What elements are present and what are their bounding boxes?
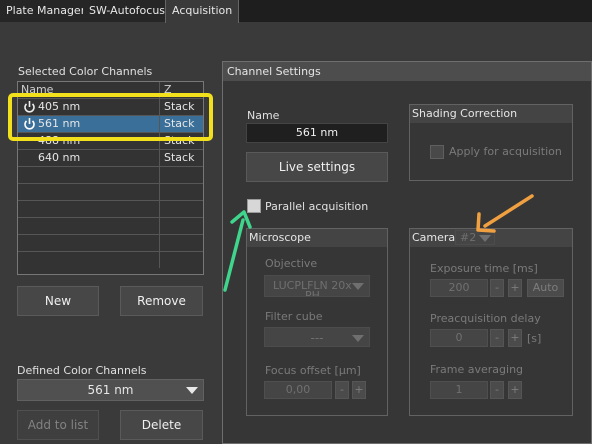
filter-cube-value: ---	[310, 331, 324, 345]
apply-for-acquisition-label: Apply for acquisition	[449, 145, 562, 158]
microscope-title: Microscope	[247, 229, 387, 247]
apply-for-acquisition-checkbox[interactable]	[430, 145, 444, 159]
focus-offset-decrement-button[interactable]: -	[335, 381, 349, 399]
exposure-decrement-button[interactable]: -	[490, 279, 504, 297]
tab-sw-autofocus[interactable]: SW-Autofocus	[83, 0, 173, 22]
channel-settings-title: Channel Settings	[223, 62, 591, 81]
table-row[interactable]: 405 nm Stack	[18, 99, 203, 116]
camera-select-dropdown[interactable]: #2	[455, 230, 495, 245]
preacquisition-delay-label: Preacquisition delay	[430, 312, 541, 325]
frame-averaging-decrement-button[interactable]: -	[490, 381, 504, 399]
exposure-time-input[interactable]: 200	[430, 279, 488, 297]
filter-cube-label: Filter cube	[265, 310, 323, 323]
tab-bar: Plate Manager SW-Autofocus Acquisition	[0, 0, 592, 23]
table-row-selected[interactable]: 561 nm Stack	[18, 116, 203, 133]
focus-offset-label: Focus offset [µm]	[265, 364, 361, 377]
preacquisition-delay-input[interactable]: 0	[430, 329, 488, 347]
tab-acquisition[interactable]: Acquisition	[165, 0, 240, 23]
delete-button[interactable]: Delete	[120, 410, 203, 440]
defined-channels-value: 561 nm	[87, 383, 134, 397]
shading-correction-title: Shading Correction	[410, 105, 572, 123]
table-row-empty	[18, 184, 203, 201]
frame-averaging-label: Frame averaging	[430, 363, 524, 376]
tab-plate-manager[interactable]: Plate Manager	[0, 0, 93, 22]
exposure-time-label: Exposure time [ms]	[430, 262, 538, 275]
channel-name: 640 nm	[18, 150, 160, 166]
frame-averaging-input[interactable]: 1	[430, 381, 488, 399]
camera-select-value: #2	[460, 231, 477, 244]
frame-averaging-increment-button[interactable]: +	[508, 381, 522, 399]
preacquisition-unit-label: [s]	[527, 332, 542, 345]
table-row-empty	[18, 218, 203, 235]
channel-name: 405 nm	[18, 99, 160, 115]
table-row[interactable]: 488 nm Stack	[18, 133, 203, 150]
table-row-empty	[18, 201, 203, 218]
shading-correction-group: Shading Correction	[409, 104, 573, 181]
name-label: Name	[247, 109, 280, 122]
dropdown-arrow-icon	[186, 387, 198, 394]
channel-table: Name Z 405 nm Stack 561 nm Stack 488 nm …	[17, 81, 204, 275]
parallel-acquisition-label: Parallel acquisition	[265, 200, 369, 213]
remove-button[interactable]: Remove	[120, 286, 203, 316]
channel-name-input[interactable]: 561 nm	[246, 123, 388, 143]
table-row-empty	[18, 252, 203, 269]
preacquisition-decrement-button[interactable]: -	[490, 329, 504, 347]
new-button[interactable]: New	[17, 286, 99, 316]
objective-value-overflow: PH	[305, 289, 320, 297]
objective-dropdown[interactable]: LUCPLFLN 20x PH	[264, 275, 370, 297]
table-header: Name Z	[18, 82, 203, 99]
channel-z-mode[interactable]: Stack	[164, 133, 194, 149]
table-row-empty	[18, 235, 203, 252]
channel-name: 488 nm	[18, 133, 160, 149]
objective-label: Objective	[265, 257, 318, 270]
table-row[interactable]: 640 nm Stack	[18, 150, 203, 167]
column-header-name[interactable]: Name	[18, 82, 160, 98]
focus-offset-increment-button[interactable]: +	[352, 381, 366, 399]
channel-z-mode[interactable]: Stack	[164, 99, 194, 115]
table-row-empty	[18, 167, 203, 184]
filter-cube-dropdown[interactable]: ---	[264, 327, 370, 347]
live-settings-button[interactable]: Live settings	[246, 152, 388, 182]
preacquisition-increment-button[interactable]: +	[508, 329, 522, 347]
channel-name: 561 nm	[18, 116, 160, 132]
dropdown-arrow-icon	[479, 235, 491, 242]
dropdown-arrow-icon	[352, 283, 364, 290]
selected-channels-label: Selected Color Channels	[18, 65, 153, 78]
channel-z-mode[interactable]: Stack	[164, 150, 194, 166]
defined-channels-label: Defined Color Channels	[17, 364, 147, 377]
exposure-increment-button[interactable]: +	[508, 279, 522, 297]
channel-z-mode[interactable]: Stack	[164, 116, 194, 132]
exposure-auto-button[interactable]: Auto	[527, 279, 564, 297]
add-to-list-button[interactable]: Add to list	[17, 410, 99, 440]
defined-channels-dropdown[interactable]: 561 nm	[17, 379, 204, 401]
focus-offset-input[interactable]: 0,00	[264, 381, 332, 399]
parallel-acquisition-checkbox[interactable]	[247, 199, 261, 213]
dropdown-arrow-icon	[352, 335, 364, 342]
column-header-z[interactable]: Z	[164, 82, 172, 98]
